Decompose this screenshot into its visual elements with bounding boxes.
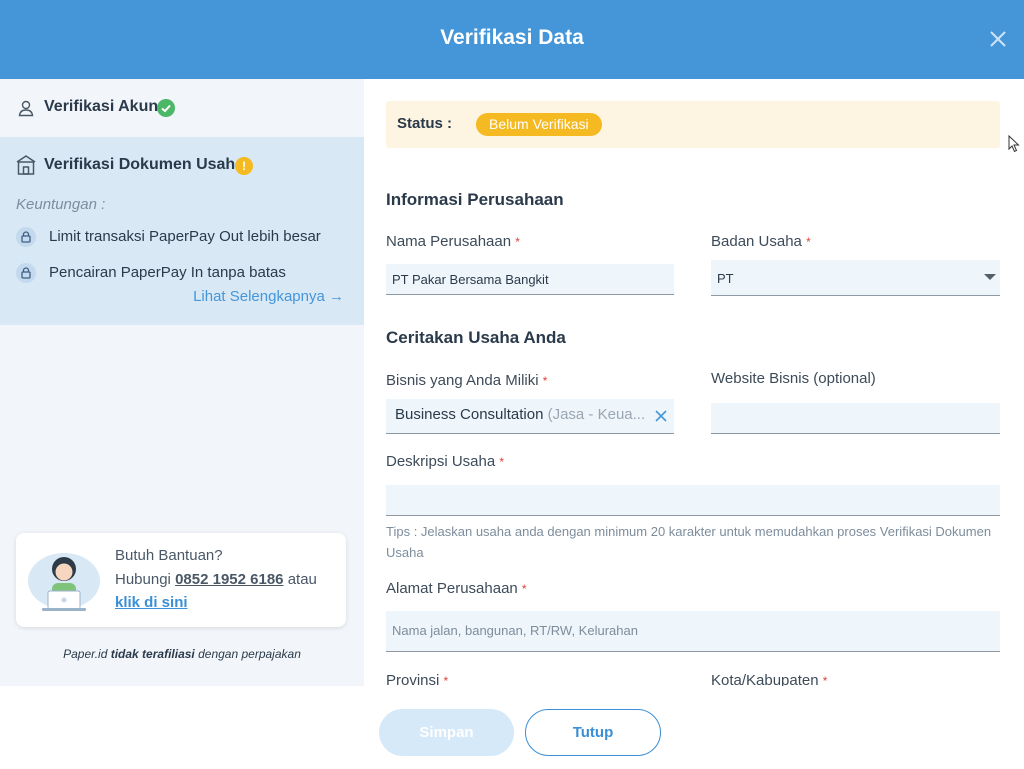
- address-placeholder: Nama jalan, bangunan, RT/RW, Kelurahan: [392, 623, 638, 638]
- address-input[interactable]: Nama jalan, bangunan, RT/RW, Kelurahan: [386, 611, 1000, 652]
- help-phone-link[interactable]: 0852 1952 6186: [175, 571, 283, 588]
- chevron-down-icon: [984, 274, 996, 280]
- company-name-field[interactable]: PT Pakar Bersama Bangkit: [386, 264, 674, 295]
- help-contact-prefix: Hubungi: [115, 571, 171, 588]
- warning-icon: !: [235, 157, 253, 175]
- address-label: Alamat Perusahaan *: [386, 580, 527, 597]
- benefit-text: Pencairan PaperPay In tanpa batas: [49, 264, 286, 281]
- support-agent-illustration: [26, 545, 102, 620]
- form-panel: Status : Belum Verifikasi Informasi Peru…: [364, 79, 1024, 686]
- mouse-cursor-icon: [1008, 134, 1020, 158]
- business-type-select[interactable]: Business Consultation (Jasa - Keua...: [386, 399, 674, 434]
- help-contact-suffix: atau: [287, 571, 317, 588]
- company-name-label: Nama Perusahaan *: [386, 233, 520, 250]
- clear-icon[interactable]: [654, 409, 668, 423]
- entity-type-select[interactable]: PT: [711, 260, 1000, 296]
- building-icon: [16, 154, 36, 181]
- status-label: Status :: [397, 115, 453, 132]
- disclaimer-note: Paper.id tidak terafiliasi dengan perpaj…: [0, 647, 364, 661]
- check-circle-icon: [157, 99, 175, 117]
- user-icon: [17, 99, 35, 122]
- description-label: Deskripsi Usaha *: [386, 453, 505, 470]
- website-label: Website Bisnis (optional): [711, 370, 876, 387]
- disclaimer-brand: Paper.id: [63, 647, 108, 661]
- modal-footer: Simpan Tutup: [0, 686, 1024, 769]
- disclaimer-bold: tidak terafiliasi: [110, 647, 195, 661]
- help-card: Butuh Bantuan? Hubungi 0852 1952 6186 at…: [16, 533, 346, 627]
- description-input[interactable]: [386, 485, 1000, 516]
- help-click-here-link[interactable]: klik di sini: [115, 594, 188, 611]
- entity-type-label: Badan Usaha *: [711, 233, 811, 250]
- benefit-text: Limit transaksi PaperPay Out lebih besar: [49, 228, 321, 245]
- website-input[interactable]: [711, 403, 1000, 434]
- business-type-chip: Business Consultation (Jasa - Keua...: [395, 406, 646, 423]
- business-section-title: Ceritakan Usaha Anda: [386, 328, 566, 347]
- sidebar-item-verifikasi-akun[interactable]: Verifikasi Akun: [0, 79, 364, 137]
- province-label: Provinsi *: [386, 672, 449, 686]
- sidebar-item-label: Verifikasi Dokumen Usaha: [44, 156, 245, 173]
- company-name-value: PT Pakar Bersama Bangkit: [392, 272, 549, 287]
- entity-type-value: PT: [717, 271, 734, 286]
- modal-header: Verifikasi Data: [0, 0, 1024, 79]
- close-icon[interactable]: [988, 29, 1008, 49]
- status-bar: Status : Belum Verifikasi: [386, 101, 1000, 148]
- status-badge: Belum Verifikasi: [476, 113, 602, 136]
- save-button[interactable]: Simpan: [379, 709, 514, 756]
- help-title: Butuh Bantuan?: [115, 547, 223, 564]
- city-label: Kota/Kabupaten *: [711, 672, 828, 686]
- lock-icon: [16, 263, 36, 283]
- business-type-label: Bisnis yang Anda Miliki *: [386, 372, 548, 389]
- company-section-title: Informasi Perusahaan: [386, 190, 564, 209]
- sidebar-item-label: Verifikasi Akun: [44, 98, 159, 115]
- see-more-link[interactable]: Lihat Selengkapnya →: [193, 288, 344, 305]
- description-tips: Tips : Jelaskan usaha anda dengan minimu…: [386, 524, 992, 560]
- help-contact: Hubungi 0852 1952 6186 atau: [115, 571, 317, 588]
- sidebar-item-verifikasi-dokumen[interactable]: Verifikasi Dokumen Usaha ! Keuntungan : …: [0, 137, 364, 325]
- close-button[interactable]: Tutup: [525, 709, 661, 756]
- modal-title: Verifikasi Data: [440, 26, 584, 49]
- lock-icon: [16, 227, 36, 247]
- disclaimer-rest: dengan perpajakan: [198, 647, 301, 661]
- sidebar: Verifikasi Akun Verifikasi Dokumen Usaha…: [0, 79, 364, 686]
- benefits-heading: Keuntungan :: [16, 196, 106, 213]
